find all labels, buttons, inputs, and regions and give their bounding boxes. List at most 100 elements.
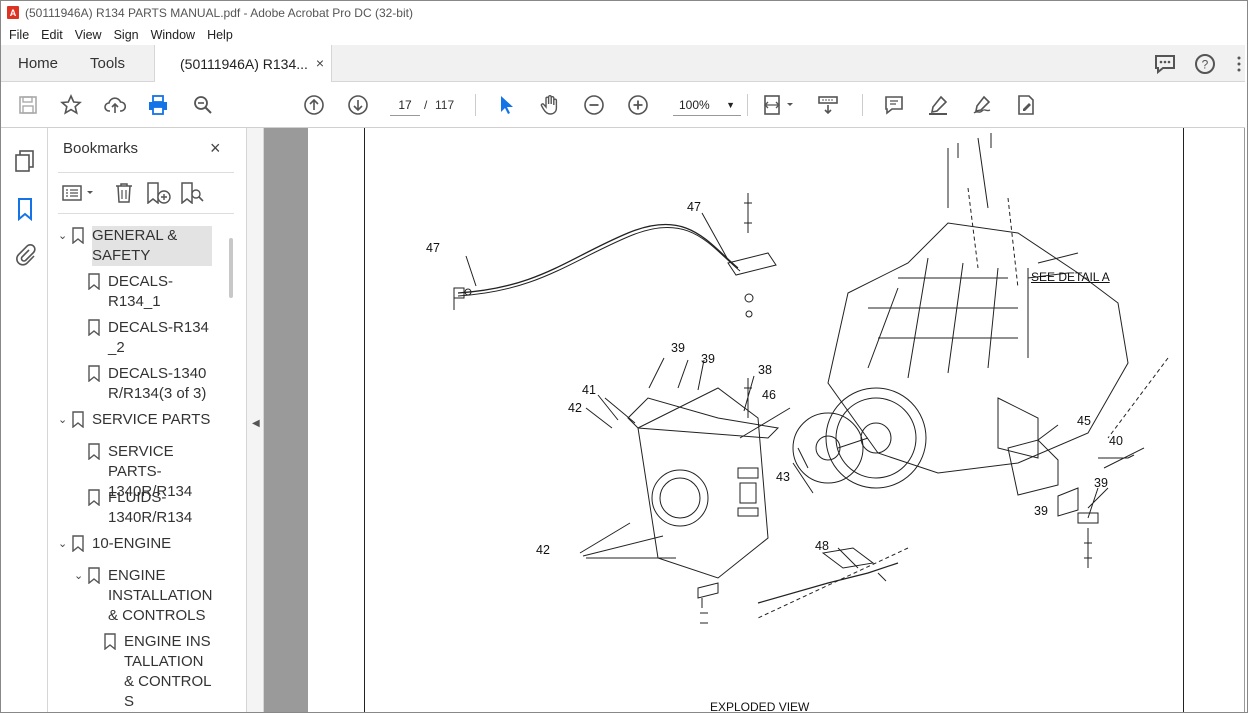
bookmark-label: SERVICE PARTS (92, 411, 211, 428)
save-icon[interactable] (16, 93, 40, 117)
menu-help[interactable]: Help (207, 28, 233, 42)
next-page-icon[interactable] (346, 93, 370, 117)
help-icon[interactable]: ? (1194, 53, 1216, 78)
chevron-down-icon[interactable]: ⌄ (58, 229, 72, 242)
bookmarks-scrollbar[interactable] (229, 238, 233, 298)
callout-label: 39 (1034, 504, 1048, 518)
menu-sign[interactable]: Sign (114, 28, 139, 42)
more-vertical-icon[interactable] (1236, 55, 1242, 76)
exploded-view-drawing (453, 133, 1169, 624)
bookmark-10-engine[interactable]: ⌄ 10-ENGINE (58, 534, 171, 554)
tab-tools[interactable]: Tools (90, 55, 125, 72)
callout-label: 38 (758, 363, 772, 377)
callout-label: 45 (1077, 414, 1091, 428)
callout-label: 47 (426, 241, 440, 255)
panel-collapse-strip[interactable]: ◀ (247, 128, 264, 713)
callout-label: 46 (762, 388, 776, 402)
tab-close-icon[interactable]: × (316, 55, 324, 71)
bookmarks-panel: Bookmarks × ⌄ GENERAL & SAFETY DECALS-R1… (48, 128, 247, 713)
toolbar-divider (862, 94, 863, 116)
navigation-rail (0, 128, 48, 713)
toolbar-divider (475, 94, 476, 116)
menu-window[interactable]: Window (151, 28, 195, 42)
print-icon[interactable] (146, 93, 170, 117)
callout-label: 39 (1094, 476, 1108, 490)
tab-bar: Home Tools (50111946A) R134... × ? (0, 45, 1248, 82)
bookmarks-toolbar (58, 172, 234, 214)
attachments-paperclip-icon[interactable] (13, 243, 37, 267)
page-thumbnails-icon[interactable] (13, 149, 37, 173)
menu-edit[interactable]: Edit (41, 28, 63, 42)
window-title: (50111946A) R134 PARTS MANUAL.pdf - Adob… (25, 5, 413, 20)
highlight-pen-icon[interactable] (926, 93, 950, 117)
close-panel-icon[interactable]: × (210, 138, 221, 159)
bookmark-service-parts[interactable]: ⌄ SERVICE PARTS (58, 410, 210, 430)
bookmark-options-icon[interactable] (62, 183, 96, 206)
bookmark-icon (88, 365, 100, 382)
bookmark-label: DECALS-R134_1 (108, 273, 174, 310)
previous-page-icon[interactable] (302, 93, 326, 117)
chevron-down-icon[interactable]: ⌄ (58, 413, 72, 426)
menu-view[interactable]: View (75, 28, 102, 42)
callout-label: 42 (568, 401, 582, 415)
fit-page-icon[interactable] (761, 93, 797, 117)
see-detail-label: SEE DETAIL A (1031, 270, 1110, 284)
callout-label: 42 (536, 543, 550, 557)
zoom-level-value: 100% (679, 98, 710, 112)
new-bookmark-icon[interactable] (146, 182, 172, 207)
add-comment-icon[interactable] (882, 93, 906, 117)
bookmark-icon (72, 535, 84, 552)
callout-label: 40 (1109, 434, 1123, 448)
page-separator: / (424, 98, 428, 112)
bookmark-engine-installation[interactable]: ⌄ ENGINE INSTALLATION & CONTROLS (74, 566, 212, 626)
menu-bar: File Edit View Sign Window Help (0, 24, 1248, 45)
collapse-left-icon[interactable]: ◀ (252, 418, 260, 429)
zoom-out-icon[interactable] (582, 93, 606, 117)
bookmark-decals-3[interactable]: DECALS-1340R/R134(3 of 3) (88, 364, 212, 404)
bookmark-label: FLUIDS-1340R/R134 (108, 489, 193, 526)
tab-document[interactable]: (50111946A) R134... × (154, 45, 332, 82)
bookmark-fluids[interactable]: FLUIDS-1340R/R134 (88, 488, 200, 528)
bookmark-icon (88, 443, 100, 460)
callout-label: 48 (815, 539, 829, 553)
bookmark-label: ENGINE INSTALLATION & CONTROLS (108, 567, 213, 624)
upload-cloud-icon[interactable] (103, 93, 127, 117)
zoom-in-icon[interactable] (626, 93, 650, 117)
exploded-view-caption: EXPLODED VIEW (710, 700, 810, 713)
select-cursor-icon[interactable] (494, 93, 518, 117)
bookmark-engine-installation-child[interactable]: ENGINE INSTALLATION & CONTROLS (104, 632, 214, 712)
document-viewport[interactable]: SEE DETAIL A 47 47 39 39 38 41 46 42 43 … (264, 128, 1245, 713)
menu-file[interactable]: File (9, 28, 29, 42)
acrobat-app-icon: A (7, 6, 19, 19)
hand-tool-icon[interactable] (538, 93, 562, 117)
bookmark-label: ENGINE INSTALLATION & CONTROLS (124, 633, 212, 710)
bookmark-general-safety[interactable]: ⌄ GENERAL & SAFETY (58, 226, 212, 266)
callout-label: 47 (687, 200, 701, 214)
zoom-search-icon[interactable] (191, 93, 215, 117)
search-bookmark-icon[interactable] (180, 182, 206, 207)
toolbar-divider (747, 94, 748, 116)
fill-sign-icon[interactable] (1014, 93, 1038, 117)
page-number-input[interactable]: 17 (390, 94, 420, 116)
scroll-mode-icon[interactable] (816, 93, 840, 117)
bookmark-decals-1[interactable]: DECALS-R134_1 (88, 272, 180, 312)
pdf-page: SEE DETAIL A 47 47 39 39 38 41 46 42 43 … (308, 128, 1244, 713)
tab-document-label: (50111946A) R134... (180, 55, 308, 72)
bookmark-label: DECALS-1340R/R134(3 of 3) (108, 365, 207, 402)
chevron-down-icon[interactable]: ⌄ (58, 537, 72, 550)
comment-icon[interactable] (1153, 53, 1177, 78)
bookmark-label: GENERAL & SAFETY (92, 226, 212, 266)
callout-label: 39 (701, 352, 715, 366)
delete-bookmark-icon[interactable] (114, 182, 134, 207)
chevron-down-icon: ▼ (726, 100, 735, 110)
bookmarks-panel-icon[interactable] (13, 197, 37, 222)
bookmark-star-icon[interactable] (59, 93, 83, 117)
zoom-level-select[interactable]: 100% ▼ (673, 94, 741, 116)
tab-home[interactable]: Home (18, 55, 58, 72)
draw-signature-icon[interactable] (970, 93, 994, 117)
bookmark-icon (104, 633, 116, 650)
bookmarks-panel-title: Bookmarks (63, 140, 139, 157)
bookmark-decals-2[interactable]: DECALS-R134_2 (88, 318, 210, 358)
chevron-down-icon[interactable]: ⌄ (74, 569, 88, 582)
bookmark-icon (88, 489, 100, 506)
